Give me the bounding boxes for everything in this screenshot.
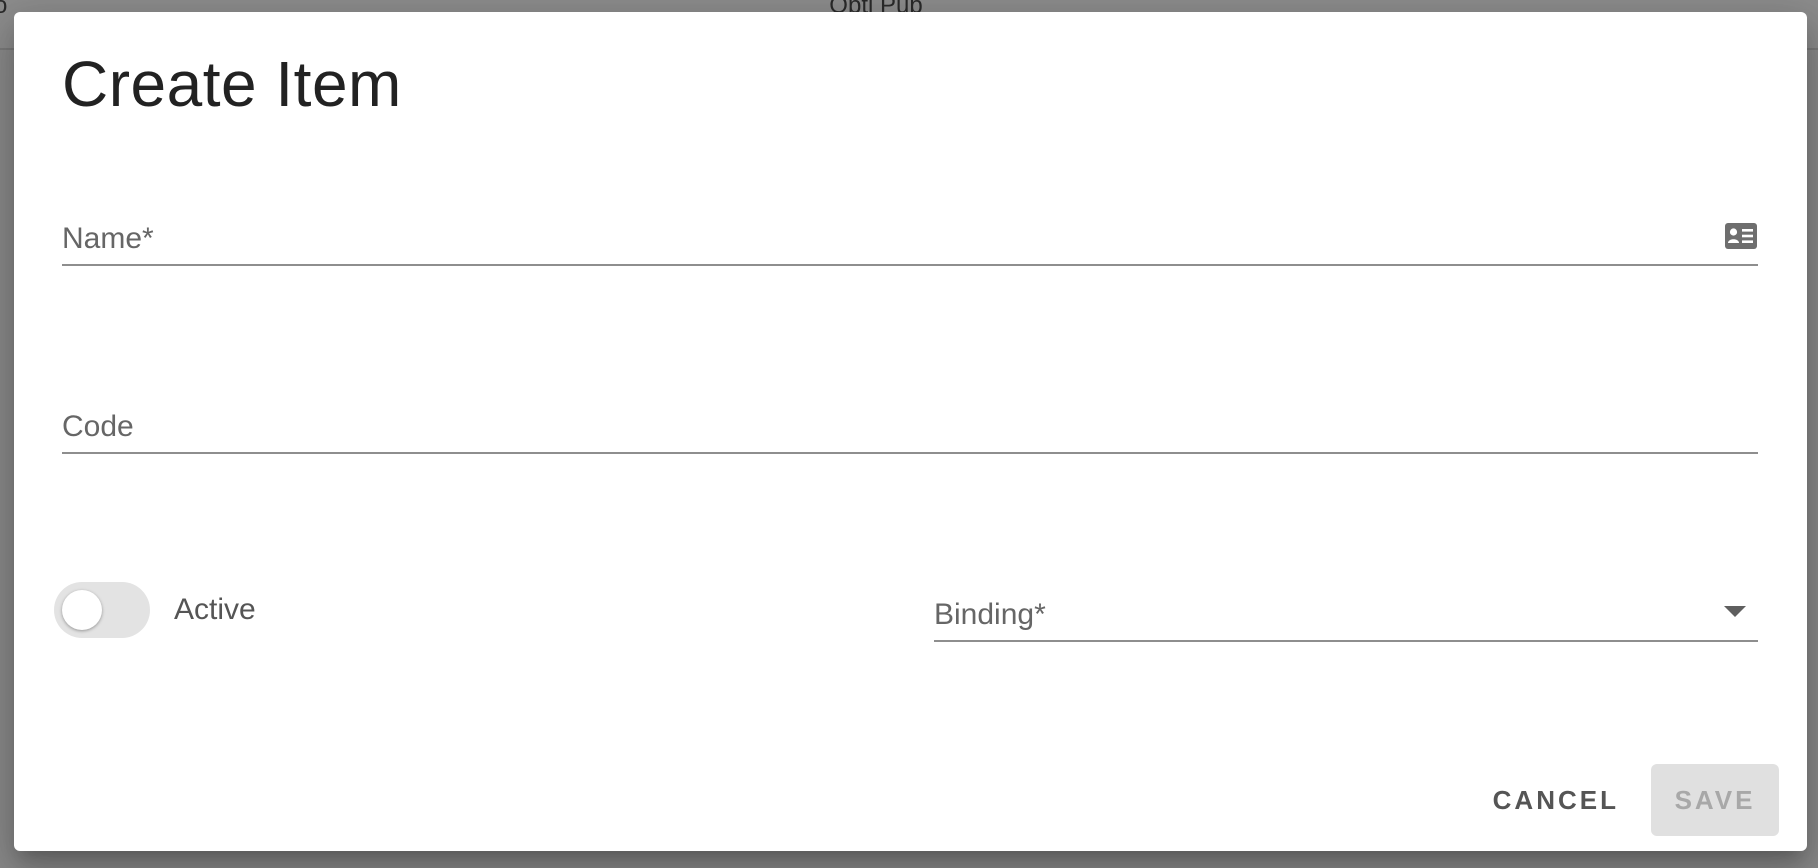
binding-select[interactable]: Binding* [934, 584, 1758, 642]
dialog-title: Create Item [62, 48, 402, 120]
create-item-dialog: Create Item Name* Code Active Binding* C… [14, 12, 1807, 851]
code-field[interactable]: Code [62, 396, 1758, 454]
dialog-actions: CANCEL SAVE [1471, 764, 1779, 836]
contact-card-icon [1725, 223, 1757, 249]
chevron-down-icon[interactable] [1724, 606, 1746, 617]
toggle-knob [62, 590, 102, 630]
cancel-button[interactable]: CANCEL [1471, 764, 1641, 836]
active-toggle[interactable] [54, 582, 150, 638]
save-button[interactable]: SAVE [1651, 764, 1779, 836]
active-toggle-group: Active [54, 580, 256, 640]
active-toggle-label: Active [174, 593, 256, 626]
binding-select-label: Binding* [934, 598, 1046, 631]
name-input[interactable] [62, 208, 1758, 264]
name-field[interactable]: Name* [62, 208, 1758, 266]
code-input[interactable] [62, 396, 1758, 452]
